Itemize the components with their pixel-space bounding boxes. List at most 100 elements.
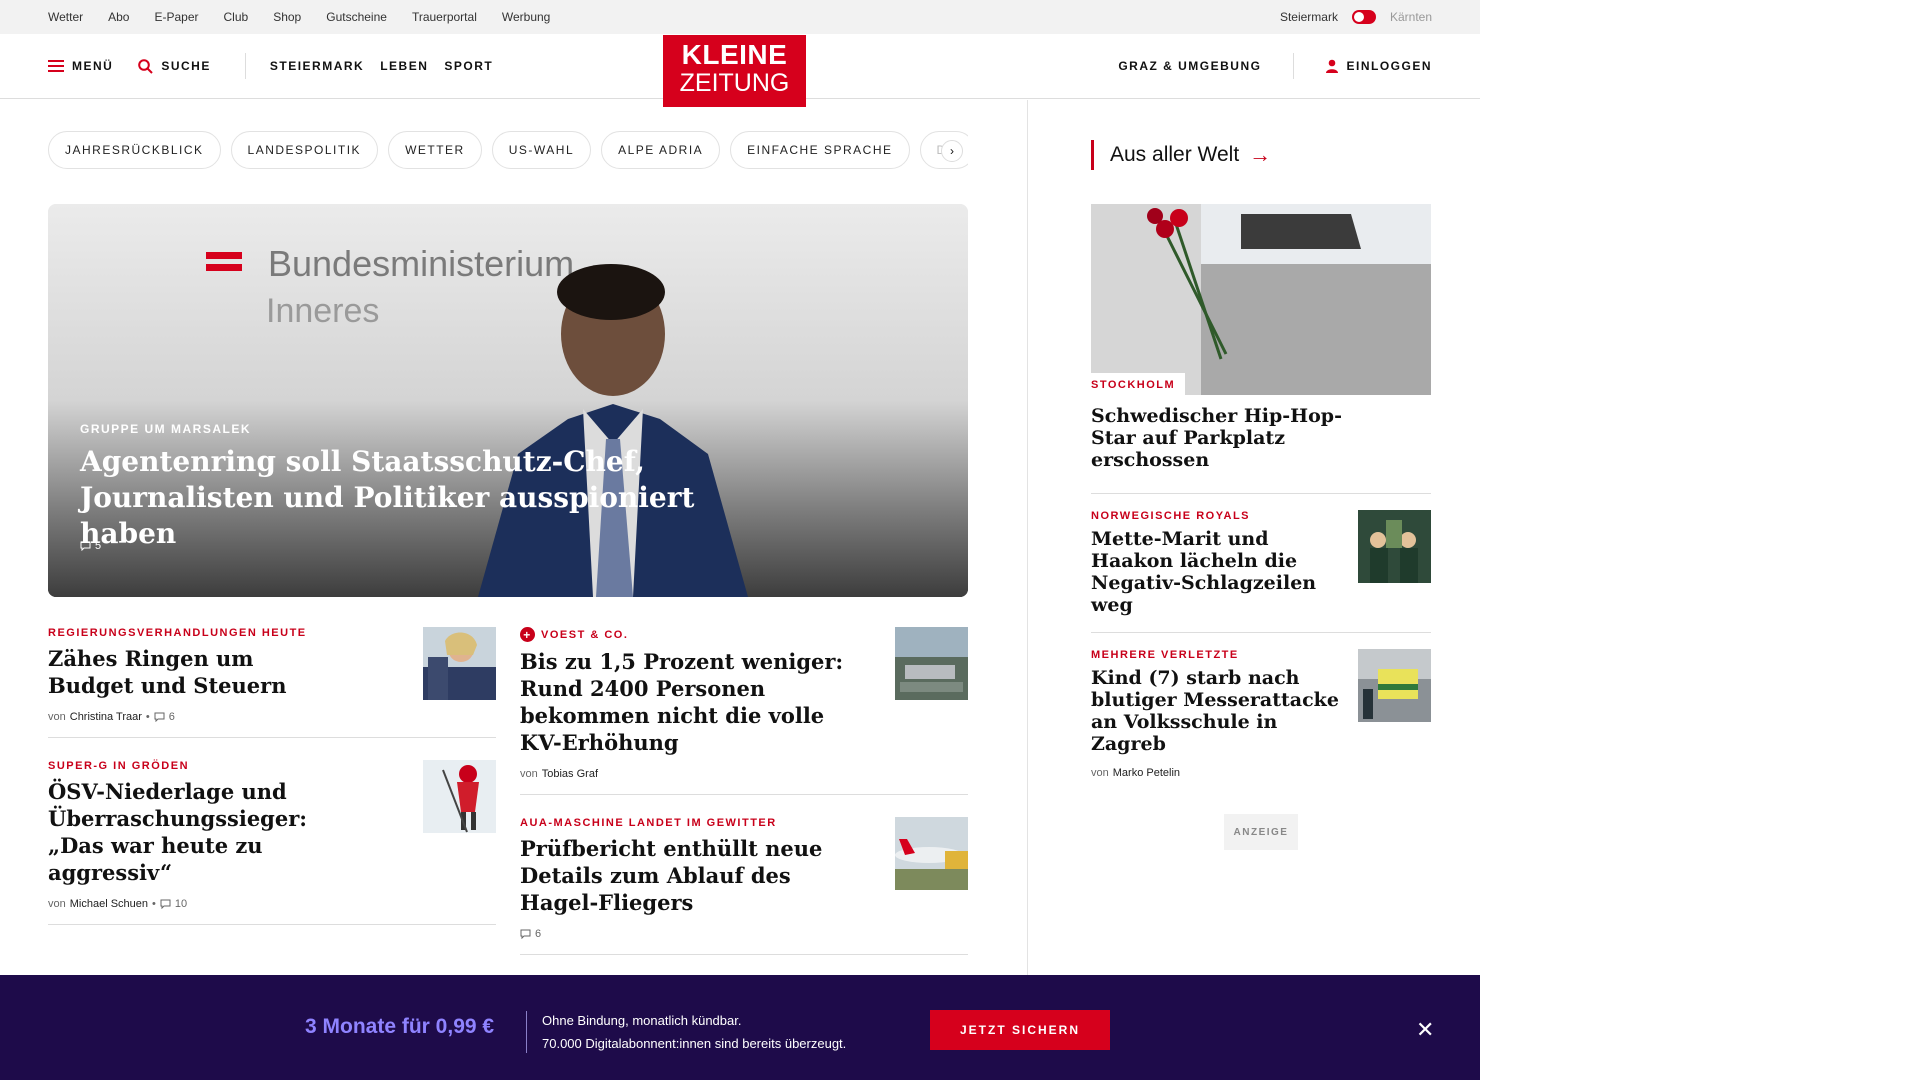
chips-next-arrow-icon[interactable]: › <box>941 140 963 162</box>
comment-count[interactable]: 6 <box>535 928 541 940</box>
menu-label: MENÜ <box>72 59 114 73</box>
hero-article[interactable]: Bundesministerium Inneres GRUPPE UM MARS… <box>48 204 968 597</box>
nav-leben[interactable]: LEBEN <box>380 59 428 73</box>
page: Wetter Abo E-Paper Club Shop Gutscheine … <box>0 0 1480 1080</box>
region-toggle[interactable] <box>1351 10 1376 24</box>
banner-divider <box>526 1011 527 1053</box>
meta-separator: • <box>152 898 156 910</box>
article-kicker: + VOEST & CO. <box>520 627 860 642</box>
article-meta: von Tobias Graf <box>520 768 860 780</box>
search-label: SUCHE <box>161 59 211 73</box>
chip-alpe-adria[interactable]: ALPE ADRIA <box>601 131 721 169</box>
article-title[interactable]: Zähes Ringen um Budget und Steuern <box>48 645 308 699</box>
logo-line-2: ZEITUNG <box>679 69 790 97</box>
menu-button[interactable]: MENÜ <box>48 59 113 73</box>
empty-area <box>1480 0 1920 1080</box>
article-title[interactable]: Mette-Marit und Haakon lächeln die Negat… <box>1091 528 1341 616</box>
article-thumbnail <box>895 627 968 700</box>
article-thumbnail <box>895 817 968 890</box>
article-title[interactable]: ÖSV-Niederlage und Überraschungssieger: … <box>48 778 348 886</box>
plus-icon: + <box>520 627 535 642</box>
comment-count[interactable]: 6 <box>169 711 175 723</box>
article-column-left: REGIERUNGSVERHANDLUNGEN HEUTE Zähes Ring… <box>48 627 496 977</box>
article-meta: von Michael Schuen • 10 <box>48 898 388 910</box>
offer-line-2: 70.000 Digitalabonnent:innen sind bereit… <box>542 1036 847 1051</box>
article-kicker: AUA-MASCHINE LANDET IM GEWITTER <box>520 817 777 829</box>
article-thumbnail <box>423 627 496 700</box>
hero-sign-line-2: Inneres <box>266 292 379 330</box>
sidebar-lead-image: STOCKHOLM <box>1091 204 1431 395</box>
utility-links: Wetter Abo E-Paper Club Shop Gutscheine … <box>48 10 575 24</box>
article-kicker: NORWEGISCHE ROYALS <box>1091 510 1251 522</box>
nav-divider-right <box>1293 53 1295 79</box>
chip-einfache-sprache[interactable]: EINFACHE SPRACHE <box>730 131 910 169</box>
utility-link-abo[interactable]: Abo <box>108 10 129 24</box>
article-title[interactable]: Bis zu 1,5 Prozent weniger: Rund 2400 Pe… <box>520 648 860 756</box>
article-title[interactable]: Prüfbericht enthüllt neue Details zum Ab… <box>520 835 860 916</box>
author-prefix: von <box>1091 767 1109 779</box>
region-steiermark[interactable]: Steiermark <box>1280 10 1338 24</box>
comment-count[interactable]: 10 <box>175 898 187 910</box>
article-meta: von Marko Petelin <box>1091 767 1341 779</box>
sidebar-lead-title[interactable]: Schwedischer Hip-Hop-Star auf Parkplatz … <box>1091 405 1361 471</box>
utility-link-trauerportal[interactable]: Trauerportal <box>412 10 477 24</box>
login-button[interactable]: EINLOGGEN <box>1326 59 1432 73</box>
nav-steiermark[interactable]: STEIERMARK <box>270 59 364 73</box>
hero-kicker: GRUPPE UM MARSALEK <box>80 422 252 436</box>
article-meta: von Christina Traar • 6 <box>48 711 388 723</box>
offer-price: 3 Monate für 0,99 € <box>305 1015 495 1038</box>
meta-separator: • <box>145 711 150 723</box>
comment-icon <box>520 929 531 939</box>
chip-landespolitik[interactable]: LANDESPOLITIK <box>230 131 379 169</box>
hero-comments[interactable]: 5 <box>80 540 101 552</box>
article-card[interactable]: + VOEST & CO. Bis zu 1,5 Prozent weniger… <box>520 627 968 795</box>
sidebar-lead-article[interactable]: STOCKHOLM Schwedischer Hip-Hop-Star auf … <box>1091 204 1431 494</box>
article-grid: REGIERUNGSVERHANDLUNGEN HEUTE Zähes Ring… <box>48 627 968 977</box>
sidebar-article[interactable]: NORWEGISCHE ROYALS Mette-Marit und Haako… <box>1091 494 1431 633</box>
chip-jahresrueckblick[interactable]: JAHRESRÜCKBLICK <box>48 131 221 169</box>
sidebar-article[interactable]: MEHRERE VERLETZTE Kind (7) starb nach bl… <box>1091 633 1431 795</box>
article-author[interactable]: Tobias Graf <box>542 768 598 780</box>
article-author[interactable]: Christina Traar <box>70 711 142 723</box>
utility-link-werbung[interactable]: Werbung <box>502 10 550 24</box>
search-button[interactable]: SUCHE <box>138 58 211 74</box>
hero-comment-count: 5 <box>95 540 102 552</box>
chip-us-wahl[interactable]: US-WAHL <box>491 131 592 169</box>
comment-icon <box>154 712 165 722</box>
utility-link-epaper[interactable]: E-Paper <box>154 10 198 24</box>
article-thumbnail <box>423 760 496 833</box>
article-kicker: REGIERUNGSVERHANDLUNGEN HEUTE <box>48 627 307 639</box>
article-card[interactable]: AUA-MASCHINE LANDET IM GEWITTER Prüfberi… <box>520 817 968 955</box>
chip-wetter[interactable]: WETTER <box>388 131 482 169</box>
article-author[interactable]: Marko Petelin <box>1113 767 1180 779</box>
article-card[interactable]: SUPER-G IN GRÖDEN ÖSV-Niederlage und Übe… <box>48 760 496 925</box>
search-icon <box>138 58 154 74</box>
jetzt-sichern-button[interactable]: JETZT SICHERN <box>930 1010 1110 1050</box>
kleine-zeitung-logo[interactable]: KLEINE ZEITUNG <box>663 35 806 107</box>
close-icon[interactable]: ✕ <box>1416 1017 1434 1043</box>
utility-bar: Wetter Abo E-Paper Club Shop Gutscheine … <box>0 0 1480 34</box>
utility-link-wetter[interactable]: Wetter <box>48 10 83 24</box>
nav-sport[interactable]: SPORT <box>444 59 493 73</box>
comment-icon <box>80 541 91 551</box>
login-label: EINLOGGEN <box>1346 59 1432 73</box>
article-column-right: + VOEST & CO. Bis zu 1,5 Prozent weniger… <box>520 627 968 977</box>
offer-line-1: Ohne Bindung, monatlich kündbar. <box>542 1013 742 1028</box>
section-heading-aus-aller-welt[interactable]: Aus aller Welt → <box>1091 140 1431 170</box>
utility-link-gutscheine[interactable]: Gutscheine <box>326 10 387 24</box>
comment-icon <box>160 899 171 909</box>
article-author[interactable]: Michael Schuen <box>70 898 148 910</box>
section-title: Aus aller Welt <box>1110 143 1240 166</box>
article-kicker-text: VOEST & CO. <box>541 628 629 641</box>
user-icon <box>1326 59 1339 73</box>
hero-title[interactable]: Agentenring soll Staatsschutz-Chef, Jour… <box>80 444 780 552</box>
author-prefix: von <box>48 898 66 910</box>
region-kaernten[interactable]: Kärnten <box>1390 10 1432 24</box>
utility-link-club[interactable]: Club <box>224 10 249 24</box>
article-card[interactable]: REGIERUNGSVERHANDLUNGEN HEUTE Zähes Ring… <box>48 627 496 738</box>
article-title[interactable]: Kind (7) starb nach blutiger Messerattac… <box>1091 667 1341 755</box>
nav-graz-umgebung[interactable]: GRAZ & UMGEBUNG <box>1118 59 1261 73</box>
hamburger-icon <box>48 60 64 72</box>
article-thumbnail <box>1358 649 1431 722</box>
utility-link-shop[interactable]: Shop <box>273 10 301 24</box>
